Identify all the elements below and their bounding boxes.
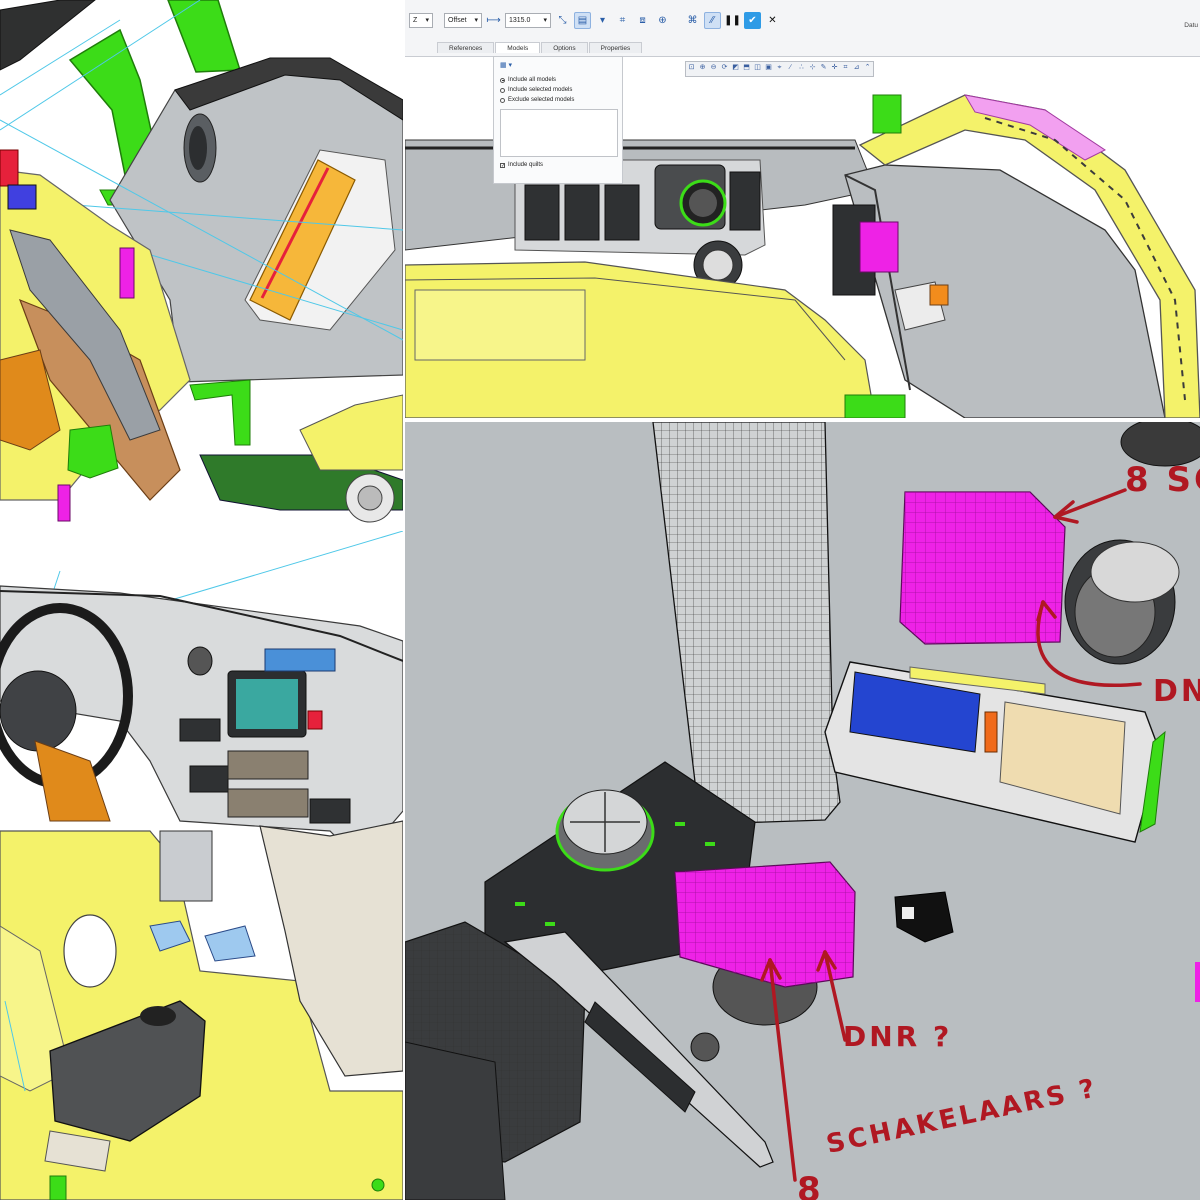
- zoom-in-icon[interactable]: ⊕: [697, 62, 708, 74]
- annotation-8-number: 8: [797, 1170, 824, 1200]
- cad-viewport-steering-section[interactable]: [0, 0, 403, 524]
- annotation-display-icon[interactable]: ✎: [818, 62, 829, 74]
- pause-icon[interactable]: ❚❚: [724, 12, 741, 29]
- axis-select-value: Z: [413, 16, 418, 24]
- cad-viewport-cab-interior[interactable]: [0, 531, 403, 1200]
- tab-properties[interactable]: Properties: [588, 42, 643, 53]
- zoom-out-icon[interactable]: ⊖: [708, 62, 719, 74]
- clip-icon[interactable]: ⧈: [634, 12, 651, 29]
- views-icon[interactable]: ⬒: [741, 62, 752, 74]
- radio-include-selected[interactable]: [500, 87, 505, 93]
- ribbon-toolbar: Z ▾ Offset ▾ ⟼ 1315.0 ▾ ⤡ ▤ ▾ ⌗ ⧈ ⊕ ⌘ ⁄⁄ ❚❚…: [405, 0, 1200, 57]
- radio-exclude-selected[interactable]: [500, 97, 505, 103]
- repaint-icon[interactable]: ⟳: [719, 62, 730, 74]
- point-display-icon[interactable]: ∴: [796, 62, 807, 74]
- cab-interior-drawing: [0, 531, 403, 1200]
- include-quilts-label: Include quilts: [508, 162, 544, 168]
- orient-icon[interactable]: ◫: [752, 62, 763, 74]
- option-include-all-label: Include all models: [508, 77, 557, 83]
- depth-type-value: Offset: [448, 16, 467, 24]
- include-quilts-row[interactable]: ✓ Include quilts: [500, 160, 622, 170]
- option-include-selected-label: Include selected models: [508, 87, 573, 93]
- csys-display-icon[interactable]: ⊹: [807, 62, 818, 74]
- tab-options[interactable]: Options: [541, 42, 588, 53]
- option-exclude-selected[interactable]: Exclude selected models: [500, 95, 622, 105]
- chevron-down-icon: ▾: [425, 16, 429, 24]
- refit-icon[interactable]: ⊡: [686, 62, 697, 74]
- axis-select[interactable]: Z ▾: [409, 12, 433, 28]
- depth-type-select[interactable]: Offset ▾: [444, 12, 482, 28]
- render-viewport-parts[interactable]: 8 SC DN DNR ? 8 SCHAKELAARS ?: [405, 422, 1200, 1200]
- section-icon[interactable]: ▣: [763, 62, 774, 74]
- option-include-all[interactable]: Include all models: [500, 75, 622, 85]
- cancel-x-icon[interactable]: ✕: [764, 12, 781, 29]
- depth-value-field[interactable]: 1315.0 ▾: [505, 12, 551, 28]
- flip-direction-icon[interactable]: ⤡: [554, 12, 571, 29]
- ribbon-tabs: References Models Options Properties: [437, 42, 643, 53]
- preview-icon[interactable]: ⊕: [654, 12, 671, 29]
- steering-section-drawing: [0, 0, 403, 523]
- models-panel: ▦ ▾ Include all models Include selected …: [493, 56, 623, 184]
- verify-icon[interactable]: ⁄⁄: [704, 11, 721, 29]
- depth-value-text: 1315.0: [509, 16, 531, 24]
- style-icon[interactable]: ◩: [730, 62, 741, 74]
- chevron-down-icon: ▾: [474, 16, 478, 24]
- transform-icon[interactable]: ⌗: [614, 12, 631, 29]
- plane-display-icon[interactable]: ⌗: [840, 62, 851, 74]
- display-section-icon[interactable]: ▤: [574, 11, 591, 29]
- model-list-icon[interactable]: ▦ ▾: [500, 61, 622, 73]
- dropdown-icon[interactable]: ▾: [594, 12, 611, 29]
- tab-references[interactable]: References: [437, 42, 495, 53]
- ribbon-controls: Z ▾ Offset ▾ ⟼ 1315.0 ▾ ⤡ ▤ ▾ ⌗ ⧈ ⊕ ⌘ ⁄⁄ ❚❚…: [405, 10, 784, 30]
- annotation-8-schakelaars-top: 8 SC: [1125, 460, 1200, 500]
- tab-models[interactable]: Models: [495, 42, 541, 53]
- view-toolbar: ⊡ ⊕ ⊖ ⟳ ◩ ⬒ ◫ ▣ ⌖ ∕ ∴ ⊹ ✎ ✛ ⌗ ⊿ ⌃: [685, 61, 874, 77]
- tag-display-icon[interactable]: ⊿: [851, 62, 862, 74]
- cad-application-window: Z ▾ Offset ▾ ⟼ 1315.0 ▾ ⤡ ▤ ▾ ⌗ ⧈ ⊕ ⌘ ⁄⁄ ❚❚…: [405, 0, 1200, 418]
- model-collector-box[interactable]: [500, 109, 618, 157]
- radio-include-all[interactable]: [500, 77, 505, 83]
- annotation-dnr-right: DN: [1153, 674, 1200, 709]
- spin-center-icon[interactable]: ✛: [829, 62, 840, 74]
- option-include-selected[interactable]: Include selected models: [500, 85, 622, 95]
- include-quilts-checkbox[interactable]: ✓: [500, 162, 505, 168]
- chevron-down-icon: ▾: [543, 16, 547, 24]
- preview-geometry-icon[interactable]: ⌘: [684, 12, 701, 29]
- more-view-icon[interactable]: ⌃: [862, 62, 873, 74]
- depth-icon: ⟼: [486, 14, 501, 26]
- option-exclude-selected-label: Exclude selected models: [508, 97, 575, 103]
- annotation-dnr-question: DNR ?: [843, 1020, 953, 1053]
- datum-display-icon[interactable]: ⌖: [774, 62, 785, 74]
- axis-display-icon[interactable]: ∕: [785, 62, 796, 74]
- datum-label[interactable]: Datu: [1184, 22, 1198, 29]
- ok-check-icon[interactable]: ✔: [744, 11, 761, 29]
